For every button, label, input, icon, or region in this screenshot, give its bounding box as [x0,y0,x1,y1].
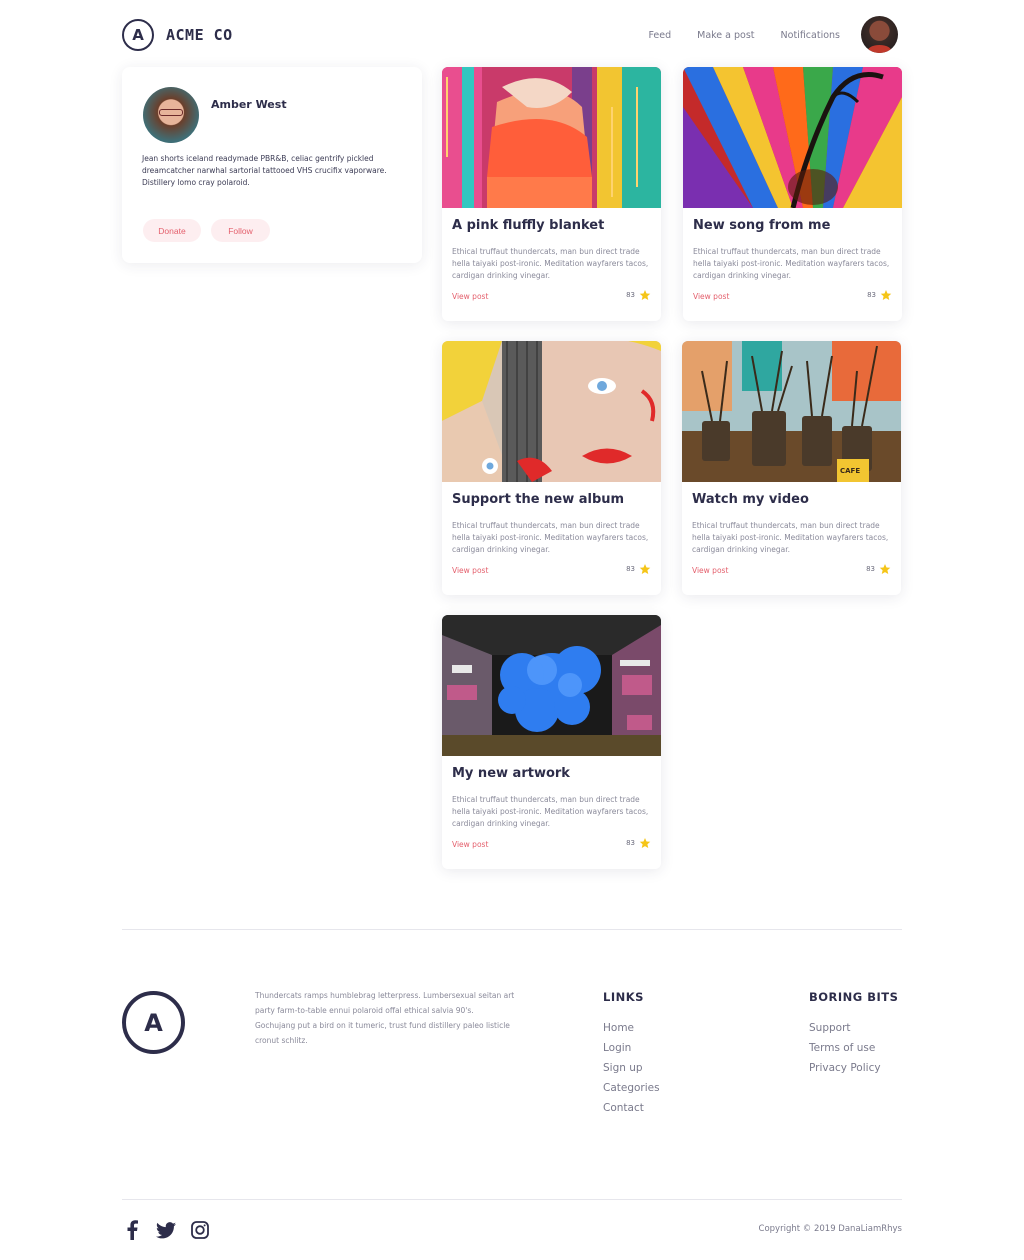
brand-logo[interactable]: A ACME CO [122,19,233,51]
social-links [122,1220,210,1240]
follow-button[interactable]: Follow [211,219,270,242]
copyright: Copyright © 2019 DanaLiamRhys [758,1224,902,1234]
user-avatar[interactable] [861,16,898,53]
footer-logo[interactable]: A [122,991,185,1054]
profile-card: Amber West Jean shorts iceland readymade… [122,67,422,263]
post-description: Ethical truffaut thundercats, man bun di… [693,247,890,280]
rating-count: 83 [626,565,635,573]
star-icon[interactable] [639,563,651,575]
rating-count: 83 [866,565,875,573]
footer-links-column: LINKS Home Login Sign up Categories Cont… [603,990,660,1118]
logo-mark-icon: A [122,19,154,51]
footer-link-categories[interactable]: Categories [603,1078,660,1098]
post-title: A pink fluffly blanket [452,218,605,233]
rating-count: 83 [626,839,635,847]
view-post-link[interactable]: View post [452,840,488,849]
post-card[interactable]: Support the new album Ethical truffaut t… [442,341,661,595]
rating-count: 83 [626,291,635,299]
rating-count: 83 [867,291,876,299]
footer-link-sign-up[interactable]: Sign up [603,1058,660,1078]
footer-link-login[interactable]: Login [603,1038,660,1058]
post-description: Ethical truffaut thundercats, man bun di… [452,521,649,554]
post-image[interactable] [442,615,661,756]
profile-avatar [143,87,199,143]
footer-links-heading: LINKS [603,990,644,1004]
star-icon[interactable] [639,289,651,301]
post-image[interactable]: CAFE [682,341,901,482]
footer-link-home[interactable]: Home [603,1018,660,1038]
donate-button[interactable]: Donate [143,219,201,242]
star-icon[interactable] [879,563,891,575]
footer-link-terms[interactable]: Terms of use [809,1038,898,1058]
twitter-icon[interactable] [156,1220,176,1240]
star-icon[interactable] [639,837,651,849]
post-card[interactable]: A pink fluffly blanket Ethical truffaut … [442,67,661,321]
footer-link-support[interactable]: Support [809,1018,898,1038]
footer-link-contact[interactable]: Contact [603,1098,660,1118]
post-rating: 83 [626,289,651,301]
post-card[interactable]: CAFE Watch my video Ethical truffaut thu… [682,341,901,595]
facebook-icon[interactable] [122,1220,142,1240]
post-card[interactable]: New song from me Ethical truffaut thunde… [683,67,902,321]
post-rating: 83 [626,837,651,849]
post-image[interactable] [683,67,902,208]
post-image[interactable] [442,341,661,482]
footer-link-privacy[interactable]: Privacy Policy [809,1058,898,1078]
post-image[interactable] [442,67,661,208]
view-post-link[interactable]: View post [693,292,729,301]
post-rating: 83 [867,289,892,301]
footer-boring-heading: BORING BITS [809,990,899,1004]
post-description: Ethical truffaut thundercats, man bun di… [692,521,889,554]
profile-bio: Jean shorts iceland readymade PBR&B, cel… [142,154,387,187]
post-description: Ethical truffaut thundercats, man bun di… [452,795,649,828]
post-card[interactable]: My new artwork Ethical truffaut thunderc… [442,615,661,869]
nav-make-a-post[interactable]: Make a post [697,30,754,41]
brand-name: ACME CO [166,26,233,44]
view-post-link[interactable]: View post [692,566,728,575]
post-title: Support the new album [452,492,625,507]
header: A ACME CO Feed Make a post Notifications [122,16,902,54]
footer-boring-column: BORING BITS Support Terms of use Privacy… [809,990,898,1078]
svg-text:CAFE: CAFE [840,467,860,475]
nav-feed[interactable]: Feed [648,30,671,41]
bottom-divider [122,1199,902,1200]
post-description: Ethical truffaut thundercats, man bun di… [452,247,649,280]
profile-name: Amber West [211,98,287,111]
main-nav: Feed Make a post Notifications [648,30,840,41]
post-title: My new artwork [452,766,570,781]
nav-notifications[interactable]: Notifications [781,30,840,41]
view-post-link[interactable]: View post [452,566,488,575]
view-post-link[interactable]: View post [452,292,488,301]
post-title: New song from me [693,218,831,233]
post-title: Watch my video [692,492,809,507]
footer-divider [122,929,902,930]
post-rating: 83 [626,563,651,575]
footer-blurb: Thundercats ramps humblebrag letterpress… [255,991,515,1045]
star-icon[interactable] [880,289,892,301]
instagram-icon[interactable] [190,1220,210,1240]
post-rating: 83 [866,563,891,575]
